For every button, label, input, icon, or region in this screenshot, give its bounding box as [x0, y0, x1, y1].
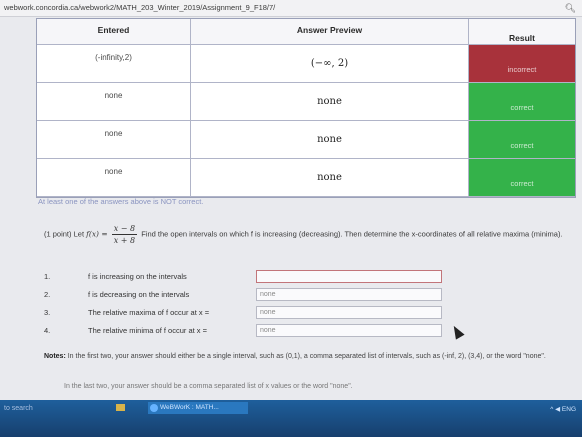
zoom-icon[interactable]: 🔍︎ — [565, 0, 576, 16]
result-cell-correct: correct — [469, 121, 575, 159]
entered-cell: none — [37, 159, 191, 197]
result-cell-correct: correct — [469, 83, 575, 121]
browser-icon — [150, 404, 158, 412]
taskbar: to search WeBWorK : MATH... ^ ◀ ENG — [0, 400, 582, 437]
preview-cell: none — [191, 159, 469, 197]
question-text: The relative minima of f occur at x = — [88, 326, 208, 335]
taskbar-app-webwork[interactable]: WeBWorK : MATH... — [148, 402, 248, 414]
question-1: 1. f is increasing on the intervals — [44, 270, 442, 284]
relative-maxima-input[interactable] — [256, 306, 442, 319]
question-2: 2. f is decreasing on the intervals — [44, 288, 442, 302]
header-entered: Entered — [37, 19, 191, 45]
problem-points: (1 point) Let — [44, 229, 85, 239]
fraction-numerator: x − 8 — [111, 224, 138, 235]
question-3: 3. The relative maxima of f occur at x = — [44, 306, 442, 320]
entered-cell: none — [37, 83, 191, 121]
notes-label: Notes: — [44, 353, 66, 360]
notes-cutoff-text: In the last two, your answer should be a… — [64, 383, 353, 390]
header-answer-preview: Answer Preview — [191, 19, 469, 45]
question-text: The relative maxima of f occur at x = — [88, 308, 210, 317]
table-row: none none correct — [37, 83, 575, 121]
entered-cell: none — [37, 121, 191, 159]
entered-cell: (-infinity,2) — [37, 45, 191, 83]
function-label: f(x) = — [86, 229, 108, 239]
table-row: none none correct — [37, 159, 575, 197]
table-row: none none correct — [37, 121, 575, 159]
fraction-denominator: x + 8 — [113, 236, 136, 245]
notes-text: In the first two, your answer should eit… — [67, 353, 546, 360]
question-number: 1. — [44, 272, 51, 281]
result-cell-incorrect: incorrect — [469, 45, 575, 83]
warning-message: At least one of the answers above is NOT… — [38, 197, 204, 206]
question-number: 3. — [44, 308, 51, 317]
problem-text: Find the open intervals on which f is in… — [141, 229, 563, 239]
folder-icon[interactable] — [116, 404, 125, 411]
taskbar-search[interactable]: to search — [4, 405, 33, 412]
preview-cell: (−∞, 2) — [191, 45, 469, 83]
function-fraction: x − 8 x + 8 — [111, 223, 138, 246]
question-4: 4. The relative minima of f occur at x = — [44, 324, 442, 338]
system-tray[interactable]: ^ ◀ ENG — [550, 405, 576, 413]
notes: Notes: In the first two, your answer sho… — [44, 352, 559, 362]
mouse-cursor-icon — [449, 323, 465, 340]
url-text[interactable]: webwork.concordia.ca/webwork2/MATH_203_W… — [4, 0, 275, 16]
preview-cell: none — [191, 83, 469, 121]
question-number: 4. — [44, 326, 51, 335]
relative-minima-input[interactable] — [256, 324, 442, 337]
question-text: f is decreasing on the intervals — [88, 290, 190, 299]
decreasing-intervals-input[interactable] — [256, 288, 442, 301]
table-header: Entered Answer Preview Result — [37, 19, 575, 45]
preview-cell: none — [191, 121, 469, 159]
result-cell-correct: correct — [469, 159, 575, 197]
problem-statement: (1 point) Let f(x) = x − 8 x + 8 Find th… — [44, 223, 564, 246]
question-text: f is increasing on the intervals — [88, 272, 187, 281]
browser-address-bar[interactable]: webwork.concordia.ca/webwork2/MATH_203_W… — [0, 0, 582, 17]
header-result: Result — [469, 19, 575, 45]
question-number: 2. — [44, 290, 51, 299]
table-row: (-infinity,2) (−∞, 2) incorrect — [37, 45, 575, 83]
results-table: Entered Answer Preview Result (-infinity… — [36, 18, 576, 198]
increasing-intervals-input[interactable] — [256, 270, 442, 283]
